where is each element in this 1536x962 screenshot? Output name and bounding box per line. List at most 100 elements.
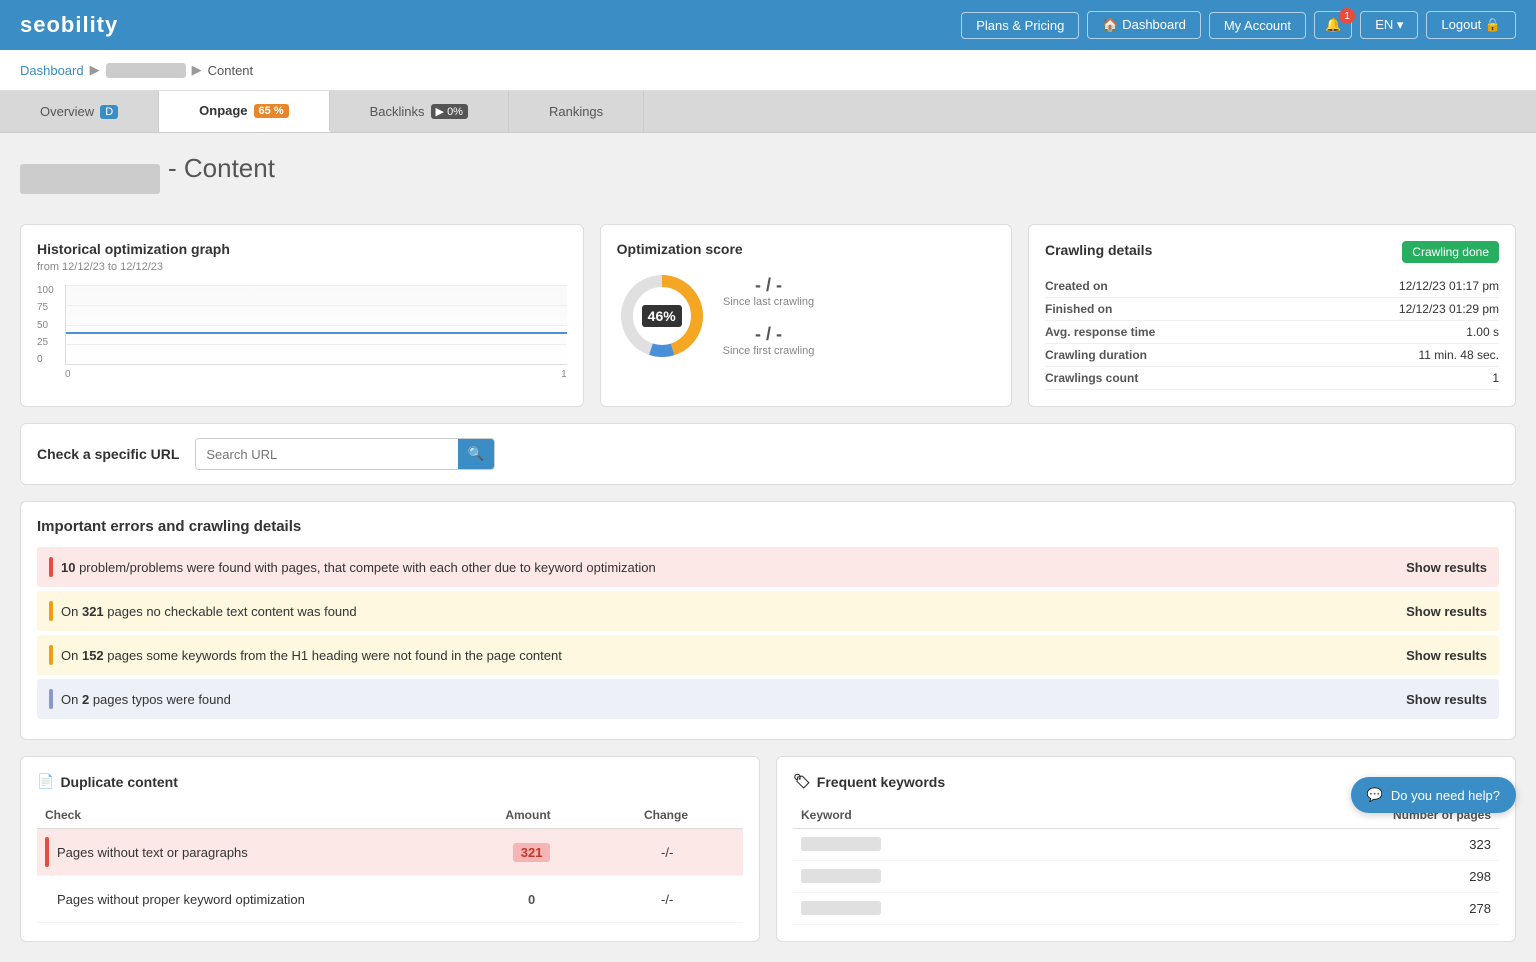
keyword-3: [801, 901, 1261, 916]
row-indicator-red: [45, 837, 49, 867]
grid-line: [66, 285, 567, 286]
tab-backlinks-badge: ▶ 0%: [431, 104, 468, 119]
error-indicator-yellow-1: [49, 601, 53, 621]
kw-row-1: 323: [793, 829, 1499, 861]
cards-row: Historical optimization graph from 12/12…: [20, 224, 1516, 407]
tab-onpage[interactable]: Onpage 65 %: [159, 91, 329, 132]
last-crawl-stat: - / - Since last crawling: [723, 275, 815, 308]
crawl-label-count: Crawlings count: [1045, 371, 1138, 385]
url-search-wrap: 🔍: [195, 438, 495, 470]
tab-onpage-label: Onpage: [199, 103, 247, 118]
row-amount-2: 0: [464, 892, 600, 907]
duplicate-content-title: 📄 Duplicate content: [37, 773, 743, 790]
dashboard-button[interactable]: 🏠 Dashboard: [1087, 11, 1200, 39]
keyword-1: [801, 837, 1261, 852]
historical-graph-card: Historical optimization graph from 12/12…: [20, 224, 584, 407]
tab-rankings-label: Rankings: [549, 104, 603, 119]
show-results-button-4[interactable]: Show results: [1406, 692, 1487, 707]
tab-rankings[interactable]: Rankings: [509, 91, 644, 132]
table-row: Pages without proper keyword optimizatio…: [37, 876, 743, 923]
crawl-value-finished: 12/12/23 01:29 pm: [1399, 302, 1499, 316]
first-crawl-stat: - / - Since first crawling: [723, 324, 815, 357]
my-account-button[interactable]: My Account: [1209, 12, 1306, 39]
help-icon: 💬: [1367, 787, 1383, 803]
donut-label: 46%: [642, 305, 682, 327]
breadcrumb-arrow-2: ▶: [192, 62, 202, 78]
help-button[interactable]: 💬 Do you need help?: [1351, 777, 1516, 813]
search-input[interactable]: [196, 439, 457, 469]
row-check-1: Pages without text or paragraphs: [57, 845, 464, 860]
crawl-header: Crawling details Crawling done: [1045, 241, 1499, 263]
tab-backlinks-label: Backlinks: [370, 104, 425, 119]
show-results-button-2[interactable]: Show results: [1406, 604, 1487, 619]
score-stats: - / - Since last crawling - / - Since fi…: [723, 275, 815, 357]
crawling-details-card: Crawling details Crawling done Created o…: [1028, 224, 1516, 407]
page-title: - Content: [168, 153, 275, 184]
crawl-table: Created on 12/12/23 01:17 pm Finished on…: [1045, 275, 1499, 390]
score-content: 46% - / - Since last crawling - / - Sinc…: [617, 261, 995, 371]
tab-backlinks[interactable]: Backlinks ▶ 0%: [330, 91, 509, 132]
duplicate-table-header: Check Amount Change: [37, 802, 743, 829]
optimization-score-title: Optimization score: [617, 241, 995, 257]
url-check-label: Check a specific URL: [37, 446, 179, 462]
notification-badge: 1: [1339, 8, 1355, 24]
row-change-1: -/-: [599, 845, 735, 860]
crawl-value-count: 1: [1492, 371, 1499, 385]
error-text-2: On 321 pages no checkable text content w…: [61, 604, 1398, 619]
lock-icon: 🔒: [1485, 17, 1501, 32]
tab-onpage-badge: 65 %: [254, 104, 289, 118]
logout-button[interactable]: Logout 🔒: [1426, 11, 1516, 39]
col-header-amount: Amount: [459, 808, 597, 822]
graph-y-labels: 100 75 50 25 0: [37, 285, 62, 365]
row-indicator-none: [45, 884, 49, 914]
graph-x-labels: 0 1: [65, 369, 567, 380]
notification-button[interactable]: 🔔 1: [1314, 11, 1352, 39]
error-text-1: 10 problem/problems were found with page…: [61, 560, 1398, 575]
breadcrumb-home[interactable]: Dashboard: [20, 63, 84, 78]
donut-chart: 46%: [617, 271, 707, 361]
logo: seobility: [20, 12, 118, 38]
crawl-label-finished: Finished on: [1045, 302, 1112, 316]
show-results-button-1[interactable]: Show results: [1406, 560, 1487, 575]
crawl-row-response: Avg. response time 1.00 s: [1045, 321, 1499, 344]
error-indicator-red: [49, 557, 53, 577]
pages-count-3: 278: [1261, 901, 1491, 916]
grid-line: [66, 344, 567, 345]
tab-overview-badge: D: [100, 105, 118, 119]
historical-graph-title: Historical optimization graph: [37, 241, 567, 257]
show-results-button-3[interactable]: Show results: [1406, 648, 1487, 663]
search-button[interactable]: 🔍: [458, 439, 495, 469]
duplicate-icon: 📄: [37, 773, 54, 790]
crawl-value-response: 1.00 s: [1466, 325, 1499, 339]
row-check-2: Pages without proper keyword optimizatio…: [57, 892, 464, 907]
home-icon: 🏠: [1102, 17, 1118, 32]
url-check-card: Check a specific URL 🔍: [20, 423, 1516, 485]
crawl-value-created: 12/12/23 01:17 pm: [1399, 279, 1499, 293]
pages-count-1: 323: [1261, 837, 1491, 852]
bottom-row: 📄 Duplicate content Check Amount Change …: [20, 756, 1516, 942]
grid-line: [66, 325, 567, 326]
search-icon: 🔍: [468, 446, 485, 461]
row-change-2: -/-: [599, 892, 735, 907]
optimization-score-card: Optimization score 46% - / - Since last …: [600, 224, 1012, 407]
crawl-value-duration: 11 min. 48 sec.: [1419, 348, 1499, 362]
first-crawl-label: Since first crawling: [723, 345, 815, 357]
header: seobility Plans & Pricing 🏠 Dashboard My…: [0, 0, 1536, 50]
tabs: Overview D Onpage 65 % Backlinks ▶ 0% Ra…: [0, 91, 1536, 133]
breadcrumb-arrow: ▶: [90, 62, 100, 78]
error-text-4: On 2 pages typos were found: [61, 692, 1398, 707]
tab-overview-label: Overview: [40, 104, 94, 119]
breadcrumb-section: [106, 63, 186, 78]
col-header-change: Change: [597, 808, 735, 822]
plans-pricing-button[interactable]: Plans & Pricing: [961, 12, 1079, 39]
language-button[interactable]: EN ▾: [1360, 11, 1418, 39]
chevron-down-icon: ▾: [1397, 17, 1404, 32]
error-row-4: On 2 pages typos were found Show results: [37, 679, 1499, 719]
error-text-3: On 152 pages some keywords from the H1 h…: [61, 648, 1398, 663]
tab-overview[interactable]: Overview D: [0, 91, 159, 132]
kw-row-2: 298: [793, 861, 1499, 893]
crawl-label-response: Avg. response time: [1045, 325, 1155, 339]
crawling-details-title: Crawling details: [1045, 242, 1152, 258]
crawl-row-finished: Finished on 12/12/23 01:29 pm: [1045, 298, 1499, 321]
crawl-row-duration: Crawling duration 11 min. 48 sec.: [1045, 344, 1499, 367]
